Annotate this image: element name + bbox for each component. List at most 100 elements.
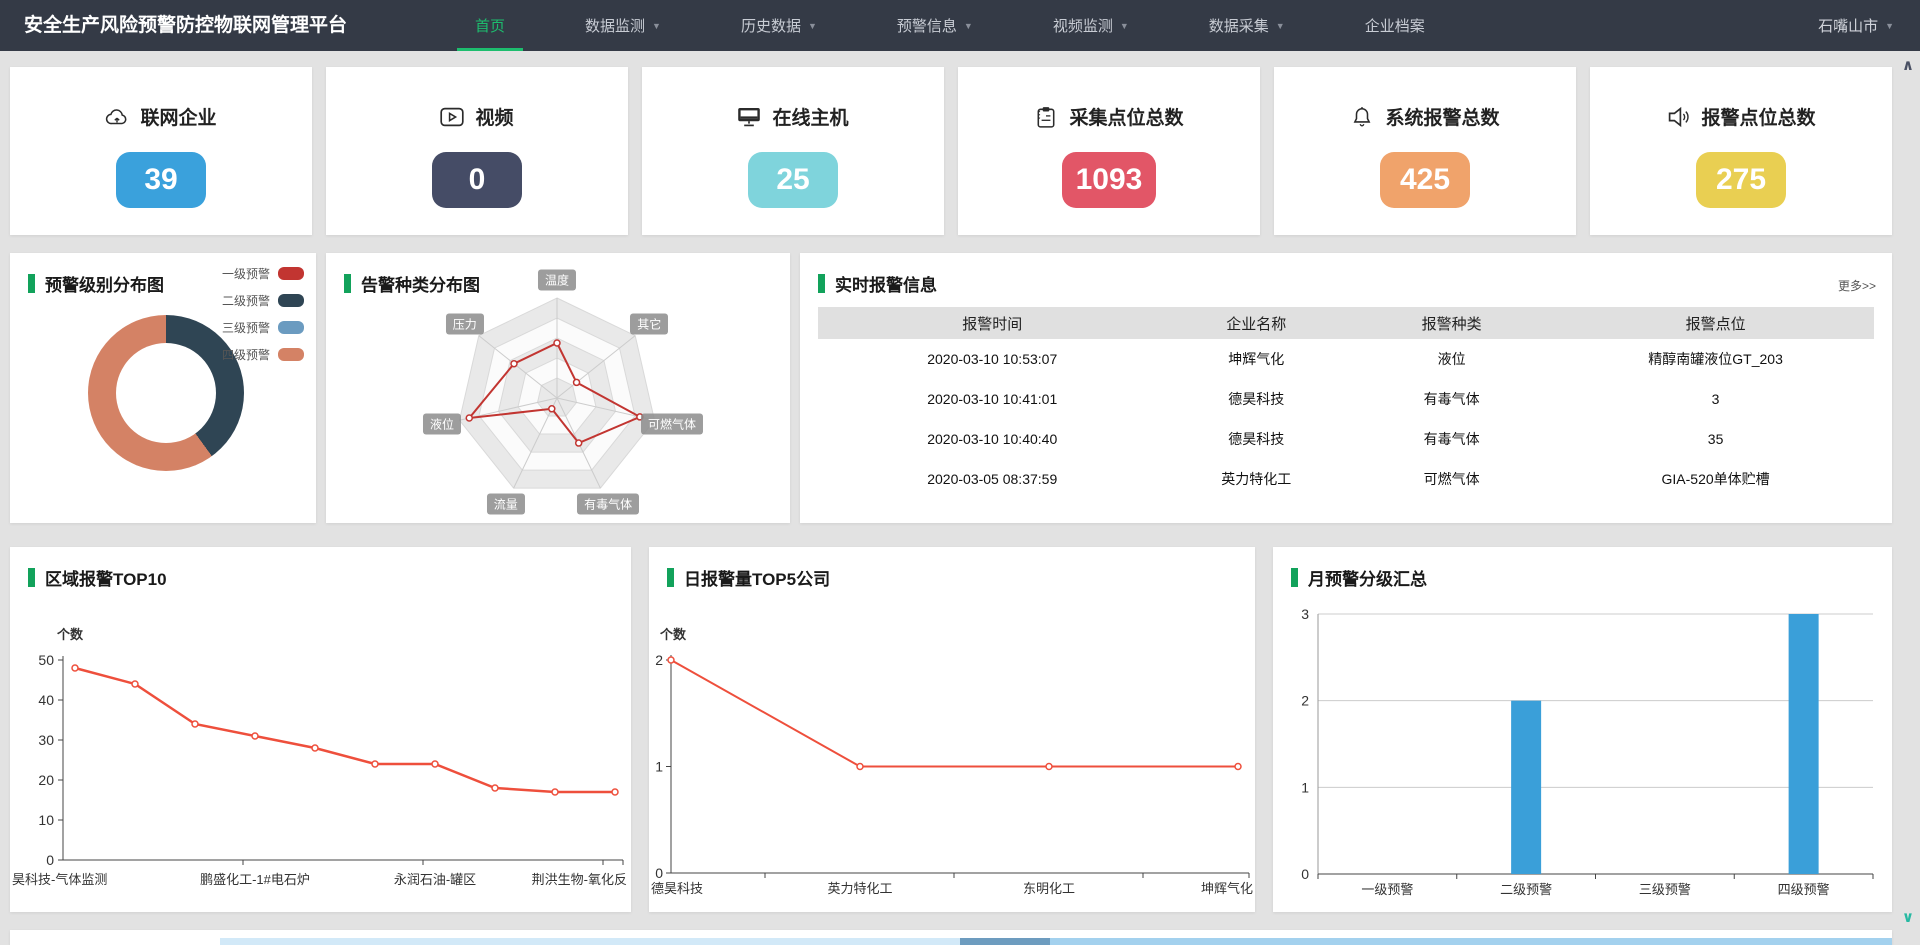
legend-swatch (278, 267, 304, 280)
svg-text:坤辉气化: 坤辉气化 (1201, 881, 1253, 896)
monthly-bar-chart: 0123一级预警二级预警三级预警四级预警 (1273, 547, 1892, 912)
stat-card-label: 在线主机 (772, 103, 848, 130)
table-cell: 坤辉气化 (1166, 349, 1346, 369)
svg-text:20: 20 (38, 772, 54, 788)
legend-label: 三级预警 (222, 319, 270, 336)
nav-item-7[interactable]: 企业档案 (1339, 0, 1451, 51)
stat-card-value: 1093 (1062, 152, 1157, 208)
column-header: 报警时间 (818, 313, 1166, 334)
stat-card-label: 视频 (475, 103, 513, 130)
panel-title: 日报警量TOP5公司 (667, 565, 830, 590)
alarm-table: 报警时间企业名称报警种类报警点位2020-03-10 10:53:07坤辉气化液… (818, 307, 1874, 499)
nav-item-label: 数据监测 (585, 15, 645, 36)
legend-item-1[interactable]: 一级预警 (222, 265, 304, 282)
stat-card-label: 采集点位总数 (1069, 103, 1183, 130)
alarm-type-panel: 告警种类分布图 温度其它可燃气体有毒气体流量液位压力 (326, 253, 790, 523)
top10-line-chart: 01020304050个数昊科技-气体监测鹏盛化工-1#电石炉永润石油-罐区荆洪… (10, 547, 631, 912)
chevron-down-icon: ▼ (1120, 21, 1129, 31)
below-fold-bar (960, 938, 1050, 945)
title-bar-icon (818, 274, 825, 293)
scroll-down-icon[interactable]: ∨ (1899, 908, 1917, 926)
stat-card-label: 系统报警总数 (1385, 103, 1499, 130)
legend-item-3[interactable]: 三级预警 (222, 319, 304, 336)
svg-text:30: 30 (38, 732, 54, 748)
daily-top5-panel: 日报警量TOP5公司 012个数德昊科技英力特化工东明化工坤辉气化 (649, 547, 1255, 912)
cloud-icon (105, 106, 129, 128)
panel-title: 预警级别分布图 (28, 271, 164, 296)
dashboard-page: 安全生产风险预警防控物联网管理平台 首页数据监测▼历史数据▼预警信息▼视频监测▼… (0, 0, 1920, 945)
table-cell: 德昊科技 (1166, 389, 1346, 409)
svg-text:0: 0 (46, 852, 54, 868)
speaker-icon (1666, 106, 1690, 128)
svg-text:个数: 个数 (56, 627, 84, 642)
legend-label: 一级预警 (222, 265, 270, 282)
radar-axis-label: 压力 (446, 314, 484, 335)
nav-item-label: 预警信息 (897, 15, 957, 36)
stat-card-header: 报警点位总数 (1666, 103, 1815, 130)
table-row[interactable]: 2020-03-10 10:53:07坤辉气化液位精醇南罐液位GT_203 (818, 339, 1874, 379)
svg-text:荆洪生物-氧化反: 荆洪生物-氧化反 (532, 872, 627, 887)
stat-card-4: 采集点位总数 1093 (958, 67, 1260, 235)
stat-card-value: 0 (432, 152, 522, 208)
realtime-alarms-panel: 实时报警信息 更多>> 报警时间企业名称报警种类报警点位2020-03-10 1… (800, 253, 1892, 523)
nav-item-label: 历史数据 (741, 15, 801, 36)
chevron-down-icon: ▼ (652, 21, 661, 31)
svg-text:四级预警: 四级预警 (1778, 882, 1830, 897)
table-row[interactable]: 2020-03-10 10:40:40德昊科技有毒气体35 (818, 419, 1874, 459)
table-cell: GIA-520单体贮槽 (1557, 469, 1874, 489)
stat-card-value: 425 (1380, 152, 1470, 208)
column-header: 报警点位 (1557, 313, 1874, 334)
nav-item-5[interactable]: 视频监测▼ (1027, 0, 1155, 51)
legend-item-4[interactable]: 四级预警 (222, 346, 304, 363)
below-fold-panel (10, 930, 1892, 945)
table-header-row: 报警时间企业名称报警种类报警点位 (818, 307, 1874, 339)
bell-icon (1350, 106, 1374, 128)
svg-text:3: 3 (1301, 606, 1309, 622)
nav-item-6[interactable]: 数据采集▼ (1183, 0, 1311, 51)
radar-axis-label: 温度 (538, 270, 576, 291)
nav-item-4[interactable]: 预警信息 ▼ (871, 0, 999, 51)
stat-card-6: 报警点位总数275 (1590, 67, 1892, 235)
svg-text:鹏盛化工-1#电石炉: 鹏盛化工-1#电石炉 (200, 872, 310, 887)
nav-item-3[interactable]: 历史数据▼ (715, 0, 843, 51)
table-cell: 德昊科技 (1166, 429, 1346, 449)
table-cell: 有毒气体 (1346, 429, 1557, 449)
svg-text:一级预警: 一级预警 (1361, 882, 1413, 897)
stat-card-label: 报警点位总数 (1701, 103, 1815, 130)
chevron-down-icon: ▼ (964, 21, 973, 31)
nav-item-2[interactable]: 数据监测 ▼ (559, 0, 687, 51)
donut-chart (88, 315, 244, 471)
svg-text:1: 1 (1301, 779, 1309, 795)
title-bar-icon (28, 568, 35, 587)
table-cell: 2020-03-10 10:53:07 (818, 351, 1166, 367)
stat-card-3: 在线主机25 (642, 67, 944, 235)
svg-text:英力特化工: 英力特化工 (827, 881, 892, 896)
svg-text:0: 0 (655, 865, 663, 881)
stat-card-2: 视频 0 (326, 67, 628, 235)
nav-item-label: 企业档案 (1365, 15, 1425, 36)
table-cell: 35 (1557, 431, 1874, 447)
table-row[interactable]: 2020-03-10 10:41:01德昊科技有毒气体3 (818, 379, 1874, 419)
table-cell: 有毒气体 (1346, 389, 1557, 409)
table-row[interactable]: 2020-03-05 08:37:59英力特化工可燃气体GIA-520单体贮槽 (818, 459, 1874, 499)
navbar: 安全生产风险预警防控物联网管理平台 首页数据监测▼历史数据▼预警信息▼视频监测▼… (0, 0, 1920, 51)
stat-card-label: 联网企业 (140, 103, 216, 130)
legend-swatch (278, 294, 304, 307)
legend-swatch (278, 348, 304, 361)
below-fold-bar (1050, 938, 1892, 945)
svg-text:永润石油-罐区: 永润石油-罐区 (394, 872, 476, 887)
scroll-up-icon[interactable]: ∧ (1899, 56, 1917, 74)
column-header: 企业名称 (1166, 313, 1346, 334)
nav-item-1[interactable]: 首页 (449, 0, 531, 51)
svg-text:50: 50 (38, 652, 54, 668)
legend-item-2[interactable]: 二级预警 (222, 292, 304, 309)
panel-title: 实时报警信息 (818, 271, 937, 296)
region-selector[interactable]: 石嘴山市 ▼ (1818, 0, 1920, 51)
stat-card-header: 在线主机 (737, 103, 848, 130)
donut-legend: 一级预警二级预警三级预警四级预警 (222, 265, 304, 363)
legend-label: 四级预警 (222, 346, 270, 363)
svg-text:2: 2 (1301, 693, 1309, 709)
table-cell: 英力特化工 (1166, 469, 1346, 489)
more-link[interactable]: 更多>> (1838, 277, 1876, 294)
table-cell: 2020-03-05 08:37:59 (818, 471, 1166, 487)
